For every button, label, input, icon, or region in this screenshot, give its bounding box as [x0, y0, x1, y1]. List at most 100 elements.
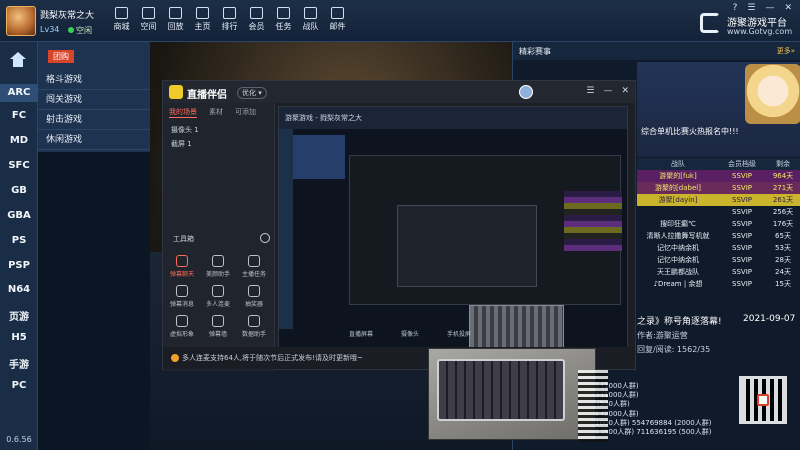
tool-danmu-wall[interactable]: 弹幕墙 — [201, 315, 235, 338]
preview-sidebar — [279, 129, 293, 329]
nav-home[interactable]: 主页 — [189, 4, 216, 32]
table-row[interactable]: 记忆中纳余机 SSVIP 28天 — [637, 254, 800, 266]
warning-icon — [171, 354, 179, 362]
tab-scenes[interactable]: 我的场景 — [169, 107, 197, 118]
help-button[interactable]: ? — [733, 3, 738, 13]
nav-label: 任务 — [275, 22, 292, 31]
user-name[interactable]: 戮梨灰常之大 — [40, 8, 94, 21]
post-title[interactable]: 之录》称号角逐落幕! — [637, 314, 722, 327]
user-avatar[interactable] — [6, 6, 36, 36]
nav-label: 商城 — [113, 22, 130, 31]
sidebar-item-webgame[interactable]: 页游 — [0, 308, 38, 323]
sidebar-item-arc[interactable]: ARC — [0, 84, 38, 102]
nav-label: 回放 — [167, 22, 184, 31]
nav-team[interactable]: 战队 — [297, 4, 324, 32]
tab-addable[interactable]: 可添加 — [235, 107, 256, 117]
sidebar-item-mobile[interactable]: 手游 — [0, 356, 38, 371]
tool-avatar[interactable]: 虚拟形象 — [165, 315, 199, 338]
cell-days: 256天 — [772, 208, 794, 216]
sidebar-item-ps[interactable]: PS — [0, 235, 38, 246]
replay-icon — [169, 7, 182, 19]
stream-app-window: 直播伴侣 优化 ▾ ☰ — ✕ 我的场景 素材 可添加 摄像头 1 截屏 1 工… — [162, 80, 636, 371]
sidebar-item-gb[interactable]: GB — [0, 185, 38, 196]
user-status[interactable]: 空闲 — [68, 25, 92, 36]
toolbox-settings-icon[interactable] — [260, 233, 270, 243]
screen-capture-button[interactable]: 直播屏幕 — [349, 329, 373, 338]
tool-beauty[interactable]: 美颜助手 — [201, 255, 235, 278]
sidebar-item-h5[interactable]: H5 — [0, 332, 38, 343]
nav-space[interactable]: 空间 — [135, 4, 162, 32]
sidebar-item-md[interactable]: MD — [0, 135, 38, 146]
platform-sidebar: ARC FC MD SFC GB GBA PS PSP N64 页游 H5 手游… — [0, 42, 38, 450]
col-level: 会员档级 — [728, 160, 756, 168]
more-link[interactable]: 更多» — [777, 46, 795, 56]
tab-material[interactable]: 素材 — [209, 107, 223, 117]
stream-user-avatar[interactable] — [519, 85, 533, 99]
home-icon[interactable] — [9, 52, 27, 68]
category-stage[interactable]: 闯关游戏 — [38, 90, 150, 110]
cell-level: SSVIP — [732, 256, 752, 264]
nav-mail[interactable]: 邮件 — [324, 4, 351, 32]
phone-cast-button[interactable]: 手机投屏 — [447, 329, 471, 338]
table-row[interactable]: 游聚[dayin] SSVIP 261天 — [637, 194, 800, 206]
cell-team: 记忆中纳余机 — [657, 244, 699, 252]
notice-text[interactable]: 多人连麦支持64人,将于随次节后正式发布!请及时更新哦~ — [182, 354, 363, 362]
scene-camera[interactable]: 摄像头 1 — [171, 125, 199, 135]
tool-data[interactable]: 数据助手 — [237, 315, 271, 338]
nav-label: 邮件 — [329, 22, 346, 31]
tool-label: 弹幕墙 — [208, 331, 227, 338]
table-row[interactable]: 记忆中纳余机 SSVIP 53天 — [637, 242, 800, 254]
cell-team: 清晰人拉撒舞写机就 — [646, 232, 710, 240]
sidebar-item-sfc[interactable]: SFC — [0, 160, 38, 171]
gift-icon — [248, 285, 260, 297]
scene-screen[interactable]: 截屏 1 — [171, 139, 192, 149]
cell-level: SSVIP — [732, 280, 752, 288]
tool-tasks[interactable]: 主播任务 — [237, 255, 271, 278]
cell-level: SSVIP — [732, 184, 752, 192]
nav-replay[interactable]: 回放 — [162, 4, 189, 32]
stream-preview: 游聚游戏 - 戮梨灰常之大 直播屏幕 摄像头 手机投屏 — [278, 106, 628, 351]
tool-label: 数据助手 — [241, 331, 266, 338]
stream-titlebar: 直播伴侣 优化 ▾ ☰ — ✕ — [163, 81, 635, 103]
category-tab[interactable]: 团购 — [48, 50, 74, 63]
table-row[interactable]: 游聚的[fuk] SSVIP 964天 — [637, 170, 800, 182]
table-row[interactable]: SSVIP 256天 — [637, 206, 800, 218]
camera-button[interactable]: 摄像头 — [401, 329, 419, 338]
table-row[interactable]: 清晰人拉撒舞写机就 SSVIP 65天 — [637, 230, 800, 242]
sidebar-item-pc[interactable]: PC — [0, 380, 38, 391]
tool-danmu-chat[interactable]: 弹幕聊天 — [165, 255, 199, 278]
category-shooting[interactable]: 射击游戏 — [38, 110, 150, 130]
menu-button[interactable]: ☰ — [586, 86, 594, 96]
close-button[interactable]: ✕ — [621, 86, 629, 96]
sidebar-item-n64[interactable]: N64 — [0, 284, 38, 295]
nav-vip[interactable]: 会员 — [243, 4, 270, 32]
sidebar-item-fc[interactable]: FC — [0, 110, 38, 121]
sidebar-item-gba[interactable]: GBA — [0, 210, 38, 221]
cell-days: 176天 — [772, 220, 794, 228]
tool-label: 虚拟形象 — [169, 331, 194, 338]
cell-team — [637, 206, 719, 218]
event-banner[interactable]: 综合单机比赛火热报名中!!! — [637, 62, 800, 157]
tool-multi-mic[interactable]: 多人连麦 — [201, 285, 235, 308]
tool-label: 多人连麦 — [205, 301, 230, 308]
stream-logo-icon — [169, 85, 183, 99]
table-row[interactable]: 游聚的[dabel] SSVIP 271天 — [637, 182, 800, 194]
minimize-button[interactable]: — — [603, 86, 612, 96]
table-row[interactable]: 天王鹏都战队 SSVIP 24天 — [637, 266, 800, 278]
minimize-button[interactable]: — — [765, 3, 774, 13]
table-row[interactable]: ♪Dream | 余想 SSVIP 15天 — [637, 278, 800, 290]
tool-lottery[interactable]: 抽奖器 — [237, 285, 271, 308]
app-version: 0.6.56 — [6, 435, 32, 444]
nav-shop[interactable]: 商城 — [108, 4, 135, 32]
qr-strip-image — [578, 370, 608, 442]
category-fighting[interactable]: 格斗游戏 — [38, 70, 150, 90]
quality-dropdown[interactable]: 优化 ▾ — [237, 87, 267, 99]
tool-danmu-msg[interactable]: 弹幕消息 — [165, 285, 199, 308]
sidebar-item-psp[interactable]: PSP — [0, 260, 38, 271]
close-button[interactable]: ✕ — [784, 3, 792, 13]
nav-rank[interactable]: 排行 — [216, 4, 243, 32]
menu-button[interactable]: ☰ — [747, 3, 755, 13]
table-row[interactable]: 搜印狂癫℃ SSVIP 176天 — [637, 218, 800, 230]
category-casual[interactable]: 休闲游戏 — [38, 130, 150, 150]
nav-task[interactable]: 任务 — [270, 4, 297, 32]
